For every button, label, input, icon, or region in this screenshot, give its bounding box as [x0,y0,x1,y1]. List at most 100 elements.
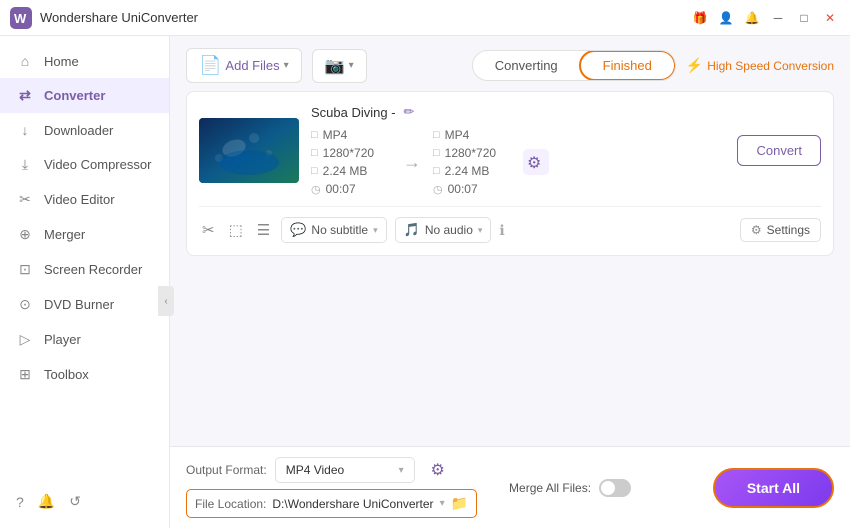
file-title-row: Scuba Diving - ✏ [311,104,725,120]
file-name: Scuba Diving - [311,105,396,120]
camera-icon: 📷 [325,56,345,76]
screen-recorder-icon: ⊡ [16,261,34,278]
maximize-button[interactable]: □ [794,8,814,28]
sidebar-label-screen-recorder: Screen Recorder [44,262,142,277]
dvd-icon: ⊙ [16,296,34,313]
source-duration: 00:07 [326,182,356,196]
target-size-icon: □ [433,165,440,177]
home-icon: ⌂ [16,53,34,69]
browse-folder-icon[interactable]: 📁 [451,495,468,512]
copy-icon[interactable]: ⬚ [226,218,246,242]
target-format-row: □ MP4 [433,128,513,142]
source-resolution: 1280*720 [323,146,374,160]
merge-files-row: Merge All Files: [509,479,631,497]
target-resolution-row: □ 1280*720 [433,146,513,160]
bottom-left-area: Output Format: MP4 Video ▾ ⚙ File Locati… [186,457,477,518]
sidebar-label-player: Player [44,332,81,347]
notification-icon[interactable]: 🔔 [38,493,55,510]
sidebar-item-dvd-burner[interactable]: ⊙ DVD Burner [0,287,169,322]
converter-icon: ⇄ [16,87,34,104]
start-all-button[interactable]: Start All [713,468,834,508]
sidebar-item-merger[interactable]: ⊕ Merger [0,217,169,252]
screen-recording-button[interactable]: 📷 ▾ [312,49,367,83]
editor-icon: ✂ [16,191,34,208]
subtitle-dropdown-arrow: ▾ [373,225,378,236]
sidebar-item-converter[interactable]: ⇄ Converter [0,78,169,113]
sidebar-label-toolbox: Toolbox [44,367,89,382]
sidebar-item-toolbox[interactable]: ⊞ Toolbox [0,357,169,392]
main-layout: ⌂ Home ⇄ Converter ↓ Downloader ⤓ Video … [0,36,850,528]
file-location-row: File Location: D:\Wondershare UniConvert… [186,489,477,518]
toolbar: 📄 Add Files ▾ 📷 ▾ Converting Finished ⚡ … [170,36,850,91]
merger-icon: ⊕ [16,226,34,243]
info-icon[interactable]: ℹ [499,222,504,239]
sidebar-label-merger: Merger [44,227,85,242]
file-area: Scuba Diving - ✏ □ MP4 □ [170,91,850,446]
source-resolution-row: □ 1280*720 [311,146,391,160]
merge-files-toggle[interactable] [599,479,631,497]
sidebar-label-home: Home [44,54,79,69]
sidebar-label-dvd: DVD Burner [44,297,114,312]
target-size-row: □ 2.24 MB [433,164,513,178]
file-settings-row: ✂ ⬚ ☰ 💬 No subtitle ▾ 🎵 No audio ▾ ℹ [199,206,821,243]
tab-converting[interactable]: Converting [473,51,580,80]
high-speed-conversion-button[interactable]: ⚡ High Speed Conversion [686,57,834,74]
list-icon[interactable]: ☰ [254,218,273,242]
sidebar-label-compressor: Video Compressor [44,157,151,172]
svg-text:W: W [14,11,27,26]
subtitle-icon: 💬 [290,222,306,238]
target-format: MP4 [445,128,470,142]
app-title: Wondershare UniConverter [40,10,690,25]
minimize-button[interactable]: ─ [768,8,788,28]
target-size: 2.24 MB [445,164,490,178]
add-files-icon: 📄 [199,55,221,76]
add-files-button[interactable]: 📄 Add Files ▾ [186,48,302,83]
gift-icon[interactable]: 🎁 [690,8,710,28]
sidebar-item-home[interactable]: ⌂ Home [0,44,169,78]
file-item: Scuba Diving - ✏ □ MP4 □ [186,91,834,256]
help-icon[interactable]: ? [16,494,24,510]
window-controls: 🎁 👤 🔔 ─ □ ✕ [690,8,840,28]
high-speed-label: High Speed Conversion [707,59,834,73]
close-button[interactable]: ✕ [820,8,840,28]
settings-label: Settings [767,223,810,237]
subtitle-select[interactable]: 💬 No subtitle ▾ [281,217,386,243]
toggle-knob [601,481,615,495]
player-icon: ▷ [16,331,34,348]
sidebar-item-video-compressor[interactable]: ⤓ Video Compressor [0,147,169,182]
target-resolution: 1280*720 [445,146,496,160]
source-format-icon: □ [311,129,318,141]
sidebar-label-downloader: Downloader [44,123,113,138]
merge-files-label: Merge All Files: [509,481,591,495]
output-format-row: Output Format: MP4 Video ▾ ⚙ [186,457,477,483]
lightning-icon: ⚡ [686,57,703,74]
content-area: 📄 Add Files ▾ 📷 ▾ Converting Finished ⚡ … [170,36,850,528]
edit-filename-icon[interactable]: ✏ [404,104,415,120]
sidebar-item-screen-recorder[interactable]: ⊡ Screen Recorder [0,252,169,287]
cut-icon[interactable]: ✂ [199,218,218,242]
source-format-row: □ MP4 [311,128,391,142]
sidebar-item-player[interactable]: ▷ Player [0,322,169,357]
downloader-icon: ↓ [16,122,34,138]
sidebar-item-video-editor[interactable]: ✂ Video Editor [0,182,169,217]
sidebar-collapse-button[interactable]: ‹ [158,286,174,316]
source-duration-row: ◷ 00:07 [311,182,391,196]
conversion-arrow-icon: → [403,152,421,173]
file-thumbnail [199,118,299,183]
audio-select[interactable]: 🎵 No audio ▾ [395,217,492,243]
user-icon[interactable]: 👤 [716,8,736,28]
tab-finished[interactable]: Finished [579,50,676,81]
bell-icon[interactable]: 🔔 [742,8,762,28]
output-format-select[interactable]: MP4 Video ▾ [275,457,415,483]
titlebar: W Wondershare UniConverter 🎁 👤 🔔 ─ □ ✕ [0,0,850,36]
convert-button[interactable]: Convert [737,135,821,166]
file-location-path: D:\Wondershare UniConverter [272,497,433,511]
output-format-quick-settings-icon[interactable]: ⚙ [423,459,453,481]
sidebar-item-downloader[interactable]: ↓ Downloader [0,113,169,147]
source-format-block: □ MP4 □ 1280*720 □ 2.24 MB [311,128,391,196]
refresh-icon[interactable]: ↺ [69,493,81,510]
target-duration-row: ◷ 00:07 [433,182,513,196]
source-duration-icon: ◷ [311,183,321,196]
output-format-settings-icon[interactable]: ⚙ [521,151,551,173]
settings-button[interactable]: ⚙ Settings [740,218,821,242]
